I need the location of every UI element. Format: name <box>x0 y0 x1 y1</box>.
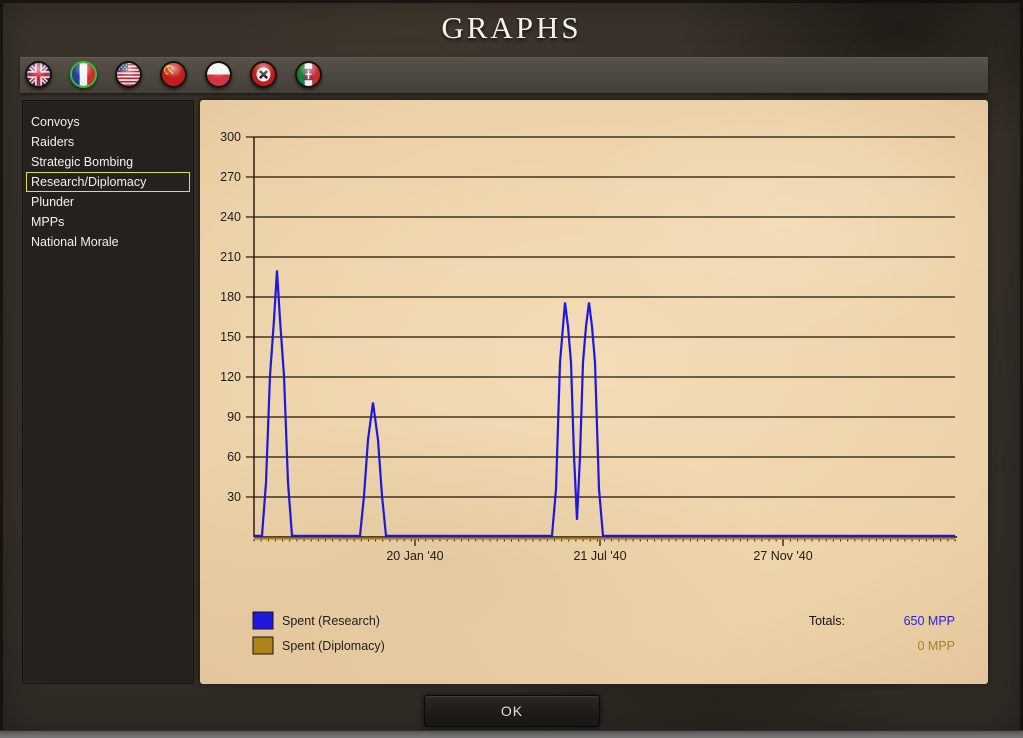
france-flag-icon <box>72 63 95 86</box>
series-line-research <box>254 270 955 537</box>
flag-italy-button[interactable] <box>295 61 322 88</box>
usa-flag-icon <box>117 63 140 86</box>
germany-flag-icon <box>252 63 275 86</box>
totals-label: Totals: <box>809 614 845 628</box>
sidebar-item-mpps[interactable]: MPPs <box>26 212 190 232</box>
research-diplomacy-chart: 30 60 90 120 150 180 210 240 270 300 20 Jan '40 21 … <box>220 130 957 655</box>
x-tick-label: 21 Jul '40 <box>573 549 626 563</box>
y-tick-label: 300 <box>220 130 241 144</box>
sidebar-item-strategic-bombing[interactable]: Strategic Bombing <box>26 152 190 172</box>
x-tick-label: 27 Nov '40 <box>753 549 812 563</box>
y-tick-label: 30 <box>227 490 241 504</box>
flag-germany-button[interactable] <box>250 61 277 88</box>
y-tick-label: 90 <box>227 410 241 424</box>
flag-poland-button[interactable] <box>205 61 232 88</box>
y-tick-label: 120 <box>220 370 241 384</box>
sidebar-item-research-diplomacy[interactable]: Research/Diplomacy <box>26 172 190 192</box>
italy-flag-icon <box>297 63 320 86</box>
legend-label-0: Spent (Research) <box>282 614 380 628</box>
sidebar-item-convoys[interactable]: Convoys <box>26 112 190 132</box>
y-tick-label: 210 <box>220 250 241 264</box>
graphs-window: GRAPHS Convoys Raiders Strategic Bombing… <box>0 0 1023 738</box>
nation-flag-bar <box>20 57 988 93</box>
y-tick-label: 270 <box>220 170 241 184</box>
legend-swatch-1 <box>252 636 274 655</box>
graph-category-sidebar: Convoys Raiders Strategic Bombing Research/… <box>22 100 194 684</box>
y-tick-label: 150 <box>220 330 241 344</box>
bottom-strip <box>0 730 1023 738</box>
flag-france-button[interactable] <box>70 61 97 88</box>
sidebar-item-national-morale[interactable]: National Morale <box>26 232 190 252</box>
sidebar-item-plunder[interactable]: Plunder <box>26 192 190 212</box>
y-tick-label: 60 <box>227 450 241 464</box>
uk-flag-icon <box>27 63 50 86</box>
flag-ussr-button[interactable] <box>160 61 187 88</box>
total-value-0: 650 MPP <box>904 614 955 628</box>
sidebar-item-raiders[interactable]: Raiders <box>26 132 190 152</box>
chart-panel: 30 60 90 120 150 180 210 240 270 300 20 Jan '40 21 … <box>200 100 988 684</box>
legend-label-1: Spent (Diplomacy) <box>282 639 385 653</box>
x-tick-label: 20 Jan '40 <box>386 549 443 563</box>
page-title: GRAPHS <box>441 10 582 45</box>
y-tick-label: 180 <box>220 290 241 304</box>
flag-usa-button[interactable] <box>115 61 142 88</box>
legend-swatch-0 <box>252 611 274 630</box>
ok-button[interactable]: OK <box>424 695 600 727</box>
total-value-1: 0 MPP <box>917 639 955 653</box>
y-tick-label: 240 <box>220 210 241 224</box>
ussr-flag-icon <box>162 63 185 86</box>
poland-flag-icon <box>207 63 230 86</box>
flag-uk-button[interactable] <box>25 61 52 88</box>
